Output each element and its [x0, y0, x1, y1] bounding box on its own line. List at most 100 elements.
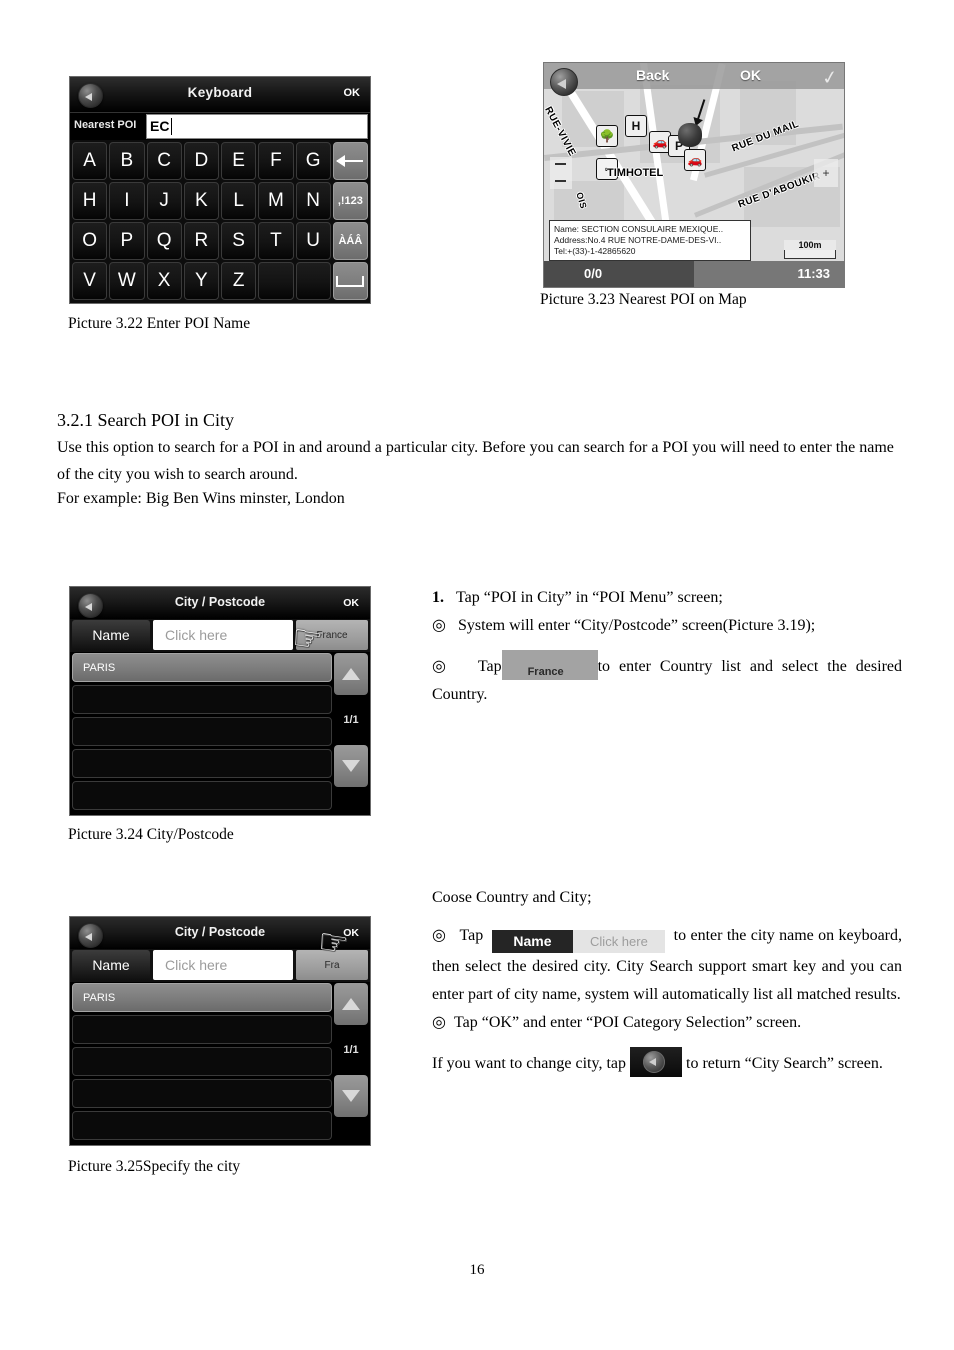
poi-info-address: Address:No.4 RUE NOTRE-DAME-DES-VI.. — [554, 235, 722, 245]
zoom-out-button[interactable] — [550, 157, 572, 189]
key-blank-2[interactable] — [295, 262, 331, 300]
back-arrow-icon[interactable] — [550, 68, 578, 96]
poi-info-name: Name: SECTION CONSULAIRE MEXIQUE.. — [554, 224, 724, 234]
step-1-number: 1. — [432, 589, 444, 606]
key-h[interactable]: H — [72, 182, 108, 220]
step-1-line: 1. Tap “POI in City” in “POI Menu” scree… — [432, 584, 902, 612]
space-key[interactable] — [332, 262, 368, 300]
key-f[interactable]: F — [258, 142, 294, 180]
city-result-list: PARIS — [72, 653, 332, 813]
city-ok-button[interactable]: OK — [343, 597, 359, 609]
list-item[interactable] — [72, 717, 332, 746]
list-item[interactable] — [72, 749, 332, 778]
key-d[interactable]: D — [183, 142, 219, 180]
list-item[interactable] — [72, 685, 332, 714]
key-g[interactable]: G — [295, 142, 331, 180]
key-y[interactable]: Y — [183, 262, 219, 300]
list-item[interactable] — [72, 1047, 332, 1076]
key-m[interactable]: M — [258, 182, 294, 220]
name-button[interactable]: Name — [72, 950, 150, 980]
selected-poi-marker[interactable] — [678, 123, 702, 147]
key-u[interactable]: U — [295, 222, 331, 260]
list-item[interactable] — [72, 781, 332, 810]
hotel-h-icon[interactable]: H — [625, 115, 647, 137]
scroll-up-button[interactable] — [334, 983, 368, 1025]
city-name-input[interactable]: Click here — [153, 950, 293, 980]
key-q[interactable]: Q — [146, 222, 182, 260]
poi-name-value: EC — [150, 118, 170, 134]
bottom-bullet-2: ◎ Tap “OK” and enter “POI Category Selec… — [432, 1009, 902, 1037]
key-p[interactable]: P — [109, 222, 145, 260]
keyboard-row: O P Q R S T U ÀÁÂ — [72, 222, 368, 260]
key-j[interactable]: J — [146, 182, 182, 220]
triangle-up-icon — [342, 668, 360, 680]
name-button[interactable]: Name — [72, 620, 150, 650]
key-b[interactable]: B — [109, 142, 145, 180]
step-1-text: Tap “POI in City” in “POI Menu” screen; — [456, 589, 723, 606]
document-page: Keyboard OK Nearest POI EC A B C D E F G… — [0, 0, 954, 1350]
key-x[interactable]: X — [146, 262, 182, 300]
park-tree-icon[interactable]: 🌳 — [596, 125, 618, 147]
bullet-marker: ◎ — [432, 617, 446, 634]
page-indicator: 1/1 — [343, 714, 359, 726]
key-i[interactable]: I — [109, 182, 145, 220]
inline-france-button[interactable]: France — [501, 650, 598, 680]
poi-name-input[interactable]: EC — [146, 114, 368, 139]
inline-name-button[interactable]: Name — [491, 930, 573, 953]
keyboard-ok-button[interactable]: OK — [344, 87, 361, 99]
city-ok-button[interactable]: OK — [343, 927, 359, 939]
city-name-input[interactable]: Click here — [153, 620, 293, 650]
accents-key[interactable]: ÀÁÂ — [332, 222, 368, 260]
list-item[interactable] — [72, 1079, 332, 1108]
key-l[interactable]: L — [221, 182, 257, 220]
map-clock: 11:33 — [797, 266, 830, 281]
bottom-intro: Coose Country and City; — [432, 889, 592, 906]
inline-click-here-field[interactable]: Click here — [572, 930, 665, 953]
scroll-down-button[interactable] — [334, 1075, 368, 1117]
poi-car-icon-2[interactable]: 🚗 — [684, 149, 706, 171]
key-c[interactable]: C — [146, 142, 182, 180]
list-item[interactable]: PARIS — [72, 983, 332, 1012]
key-s[interactable]: S — [221, 222, 257, 260]
key-o[interactable]: O — [72, 222, 108, 260]
triangle-down-icon — [342, 760, 360, 772]
country-button[interactable]: Fra — [296, 950, 368, 980]
city-name-row: Name Click here Fra — [70, 949, 370, 982]
key-v[interactable]: V — [72, 262, 108, 300]
text-caret — [171, 118, 172, 135]
scrollbar[interactable]: 1/1 — [334, 653, 368, 787]
nearest-poi-label: Nearest POI — [74, 119, 137, 131]
list-item[interactable]: PARIS — [72, 653, 332, 682]
map-bottombar: 0/0 11:33 — [544, 261, 844, 287]
scroll-down-button[interactable] — [334, 745, 368, 787]
key-t[interactable]: T — [258, 222, 294, 260]
key-w[interactable]: W — [109, 262, 145, 300]
triangle-up-icon — [342, 998, 360, 1010]
bullet-marker: ◎ — [432, 658, 451, 675]
list-item[interactable] — [72, 1015, 332, 1044]
key-z[interactable]: Z — [221, 262, 257, 300]
key-e[interactable]: E — [221, 142, 257, 180]
zoom-in-button[interactable]: + — [814, 159, 838, 187]
map-back-button[interactable]: Back — [636, 67, 669, 83]
country-button[interactable]: France — [296, 620, 368, 650]
key-n[interactable]: N — [295, 182, 331, 220]
key-r[interactable]: R — [183, 222, 219, 260]
key-blank-1[interactable] — [258, 262, 294, 300]
key-a[interactable]: A — [72, 142, 108, 180]
timhotel-label: TIMHOTEL — [607, 167, 664, 179]
bottom-closing-prefix: If you want to change city, tap — [432, 1055, 627, 1072]
symbols-key[interactable]: ,!123 — [332, 182, 368, 220]
checkmark-icon[interactable]: ✓ — [821, 66, 840, 91]
scroll-up-button[interactable] — [334, 653, 368, 695]
poi-info-box: Name: SECTION CONSULAIRE MEXIQUE.. Addre… — [549, 220, 751, 261]
step-3-prefix: Tap — [477, 658, 502, 675]
scrollbar[interactable]: 1/1 — [334, 983, 368, 1117]
list-item[interactable] — [72, 1111, 332, 1140]
back-arrow-icon — [649, 1058, 657, 1066]
inline-back-button[interactable] — [630, 1047, 683, 1077]
map-ok-button[interactable]: OK — [740, 67, 761, 83]
backspace-key[interactable] — [332, 142, 368, 180]
key-k[interactable]: K — [183, 182, 219, 220]
city-result-list: PARIS — [72, 983, 332, 1143]
